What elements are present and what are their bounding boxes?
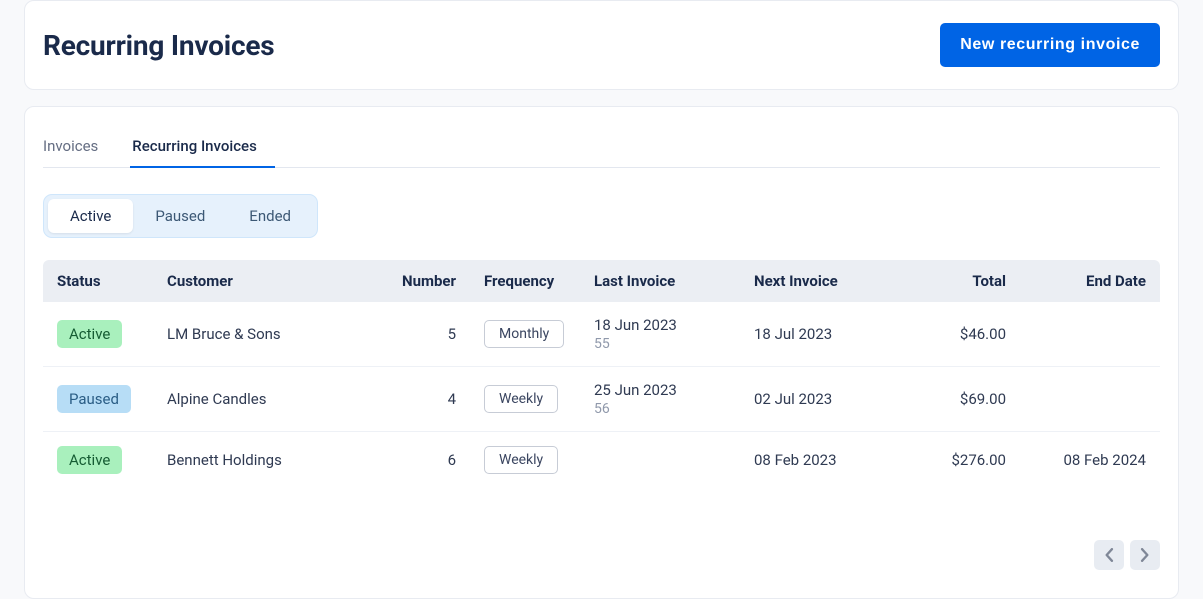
total-cell: $276.00	[920, 432, 1020, 489]
page-title: Recurring Invoices	[43, 29, 274, 62]
customer-cell: LM Bruce & Sons	[153, 302, 380, 367]
status-badge: Active	[57, 320, 122, 348]
table-row[interactable]: Paused Alpine Candles4 Weekly 25 Jun 2023 56…	[43, 367, 1160, 432]
next-page-button[interactable]	[1130, 540, 1160, 570]
col-last-invoice: Last Invoice	[580, 260, 740, 302]
recurring-invoices-table: Status Customer Number Frequency Last In…	[43, 260, 1160, 488]
frequency-pill[interactable]: Weekly	[484, 446, 558, 474]
status-badge: Active	[57, 446, 122, 474]
status-badge: Paused	[57, 385, 131, 413]
col-end-date: End Date	[1020, 260, 1160, 302]
chevron-left-icon	[1104, 548, 1114, 562]
last-invoice-number: 56	[594, 401, 726, 417]
col-number: Number	[380, 260, 470, 302]
col-total: Total	[920, 260, 1020, 302]
last-invoice-cell: 25 Jun 2023 56	[580, 367, 740, 432]
last-invoice-number: 55	[594, 336, 726, 352]
filter-active[interactable]: Active	[48, 199, 133, 233]
end-date-cell	[1020, 302, 1160, 367]
next-invoice-cell: 18 Jul 2023	[740, 302, 920, 367]
number-cell: 6	[380, 432, 470, 489]
customer-cell: Bennett Holdings	[153, 432, 380, 489]
next-invoice-cell: 02 Jul 2023	[740, 367, 920, 432]
next-invoice-cell: 08 Feb 2023	[740, 432, 920, 489]
col-status: Status	[43, 260, 153, 302]
table-row[interactable]: Active LM Bruce & Sons5 Monthly 18 Jun 2023…	[43, 302, 1160, 367]
col-frequency: Frequency	[470, 260, 580, 302]
frequency-pill[interactable]: Weekly	[484, 385, 558, 413]
status-filter-segment: ActivePausedEnded	[43, 194, 318, 238]
end-date-cell: 08 Feb 2024	[1020, 432, 1160, 489]
last-invoice-date: 18 Jun 2023	[594, 316, 726, 334]
customer-cell: Alpine Candles	[153, 367, 380, 432]
total-cell: $46.00	[920, 302, 1020, 367]
chevron-right-icon	[1140, 548, 1150, 562]
header-card: Recurring Invoices New recurring invoice	[24, 0, 1179, 90]
pagination	[43, 540, 1160, 570]
col-customer: Customer	[153, 260, 380, 302]
tab-invoices[interactable]: Invoices	[43, 129, 114, 167]
table-row[interactable]: Active Bennett Holdings6 Weekly 08 Feb 2023…	[43, 432, 1160, 489]
prev-page-button[interactable]	[1094, 540, 1124, 570]
last-invoice-cell: 18 Jun 2023 55	[580, 302, 740, 367]
frequency-pill[interactable]: Monthly	[484, 320, 564, 348]
filter-paused[interactable]: Paused	[133, 199, 227, 233]
new-recurring-invoice-button[interactable]: New recurring invoice	[940, 23, 1160, 67]
last-invoice-cell	[580, 432, 740, 489]
col-next-invoice: Next Invoice	[740, 260, 920, 302]
tab-recurring-invoices[interactable]: Recurring Invoices	[132, 129, 273, 167]
content-card: InvoicesRecurring Invoices ActivePausedE…	[24, 106, 1179, 599]
total-cell: $69.00	[920, 367, 1020, 432]
tab-bar: Invoices Recurring Invoices	[43, 129, 1160, 168]
filter-ended[interactable]: Ended	[227, 199, 313, 233]
end-date-cell	[1020, 367, 1160, 432]
number-cell: 5	[380, 302, 470, 367]
number-cell: 4	[380, 367, 470, 432]
last-invoice-date: 25 Jun 2023	[594, 381, 726, 399]
